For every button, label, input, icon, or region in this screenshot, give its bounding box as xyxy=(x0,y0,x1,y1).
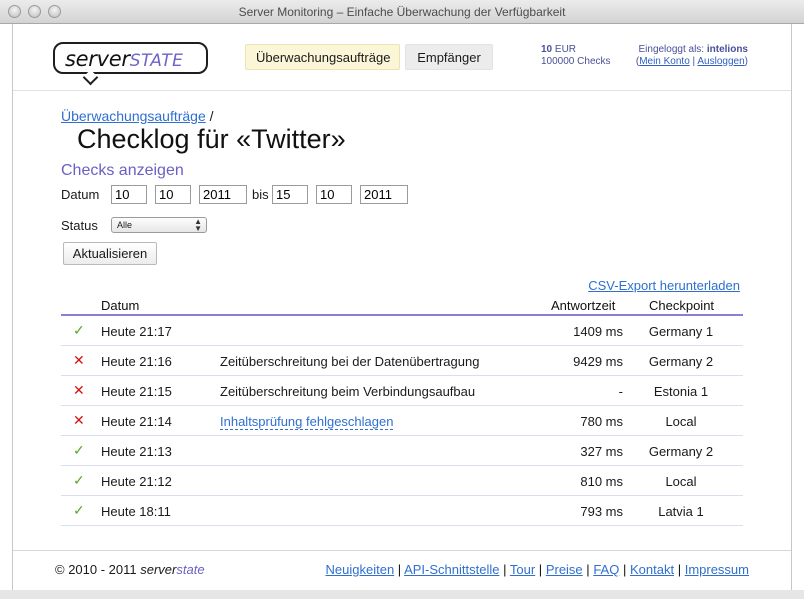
check-icon: ✓ xyxy=(73,322,85,338)
browser-content: serverSTATE Überwachungsaufträge Empfäng… xyxy=(12,24,792,590)
csv-export-link[interactable]: CSV-Export herunterladen xyxy=(588,278,740,293)
content-check-failed-link[interactable]: Inhaltsprüfung fehlgeschlagen xyxy=(220,414,394,430)
serverstate-logo[interactable]: serverSTATE xyxy=(53,42,208,86)
filter-section-title: Checks anzeigen xyxy=(61,162,184,179)
column-header-response-time: Antwortzeit xyxy=(551,298,616,313)
table-row: ✕ Heute 21:14 Inhaltsprüfung fehlgeschla… xyxy=(61,406,743,436)
check-icon: ✓ xyxy=(73,472,85,488)
table-row: ✕ Heute 21:16 Zeitüberschreitung bei der… xyxy=(61,346,743,376)
breadcrumb-monitoring-jobs-link[interactable]: Überwachungsaufträge xyxy=(61,108,206,124)
status-label: Status xyxy=(61,218,98,233)
column-header-date: Datum xyxy=(101,298,140,313)
to-month-input[interactable] xyxy=(316,185,352,204)
site-header: serverSTATE Überwachungsaufträge Empfäng… xyxy=(13,24,791,89)
window-title: Server Monitoring – Einfache Überwachung… xyxy=(238,5,566,19)
status-select[interactable]: Alle ▲ ▼ xyxy=(111,217,207,233)
speech-bubble-tail xyxy=(82,69,99,86)
credit-info: 10 EUR 100000 Checks xyxy=(541,44,611,67)
table-row: ✓ Heute 21:13 327 ms Germany 2 xyxy=(61,436,743,466)
my-account-link[interactable]: Mein Konto xyxy=(639,56,690,67)
cross-icon: ✕ xyxy=(73,352,85,368)
user-info: Eingeloggt als: intelions (Mein Konto | … xyxy=(635,44,748,67)
page-title: Checklog für «Twitter» xyxy=(77,124,346,154)
table-row: ✓ Heute 18:11 793 ms Latvia 1 xyxy=(61,496,743,526)
footer-link-prices[interactable]: Preise xyxy=(546,562,583,577)
table-header: Datum Antwortzeit Checkpoint xyxy=(61,296,743,316)
logout-link[interactable]: Ausloggen xyxy=(697,56,744,67)
table-row: ✓ Heute 21:17 1409 ms Germany 1 xyxy=(61,316,743,346)
breadcrumb: Überwachungsaufträge / xyxy=(61,108,214,124)
logo-text: serverSTATE xyxy=(65,47,184,71)
nav-tab-monitoring-jobs[interactable]: Überwachungsaufträge xyxy=(245,44,400,70)
username: intelions xyxy=(706,44,748,55)
footer-link-api[interactable]: API-Schnittstelle xyxy=(404,562,499,577)
footer-link-news[interactable]: Neuigkeiten xyxy=(326,562,395,577)
footer-link-tour[interactable]: Tour xyxy=(510,562,535,577)
check-icon: ✓ xyxy=(73,442,85,458)
footer-links: Neuigkeiten | API-Schnittstelle | Tour |… xyxy=(325,562,749,577)
nav-tab-recipients[interactable]: Empfänger xyxy=(405,44,493,70)
window-bottom-edge xyxy=(0,590,804,599)
table-row: ✓ Heute 21:12 810 ms Local xyxy=(61,466,743,496)
date-label: Datum xyxy=(61,187,100,202)
footer-copyright: © 2010 - 2011 serverstate xyxy=(55,562,205,577)
update-button[interactable]: Aktualisieren xyxy=(63,242,157,265)
to-day-input[interactable] xyxy=(272,185,308,204)
footer-link-contact[interactable]: Kontakt xyxy=(630,562,674,577)
header-divider xyxy=(13,90,791,91)
footer-link-imprint[interactable]: Impressum xyxy=(685,562,749,577)
to-label: bis xyxy=(252,187,269,202)
table-row: ✕ Heute 21:15 Zeitüberschreitung beim Ve… xyxy=(61,376,743,406)
select-arrows-icon: ▲ ▼ xyxy=(194,217,202,233)
cross-icon: ✕ xyxy=(73,382,85,398)
check-icon: ✓ xyxy=(73,502,85,518)
to-year-input[interactable] xyxy=(360,185,408,204)
footer-link-faq[interactable]: FAQ xyxy=(593,562,619,577)
from-day-input[interactable] xyxy=(111,185,147,204)
from-month-input[interactable] xyxy=(155,185,191,204)
from-year-input[interactable] xyxy=(199,185,247,204)
column-header-checkpoint: Checkpoint xyxy=(649,298,715,313)
footer-divider xyxy=(13,550,791,551)
window-titlebar: Server Monitoring – Einfache Überwachung… xyxy=(0,0,804,24)
cross-icon: ✕ xyxy=(73,412,85,428)
